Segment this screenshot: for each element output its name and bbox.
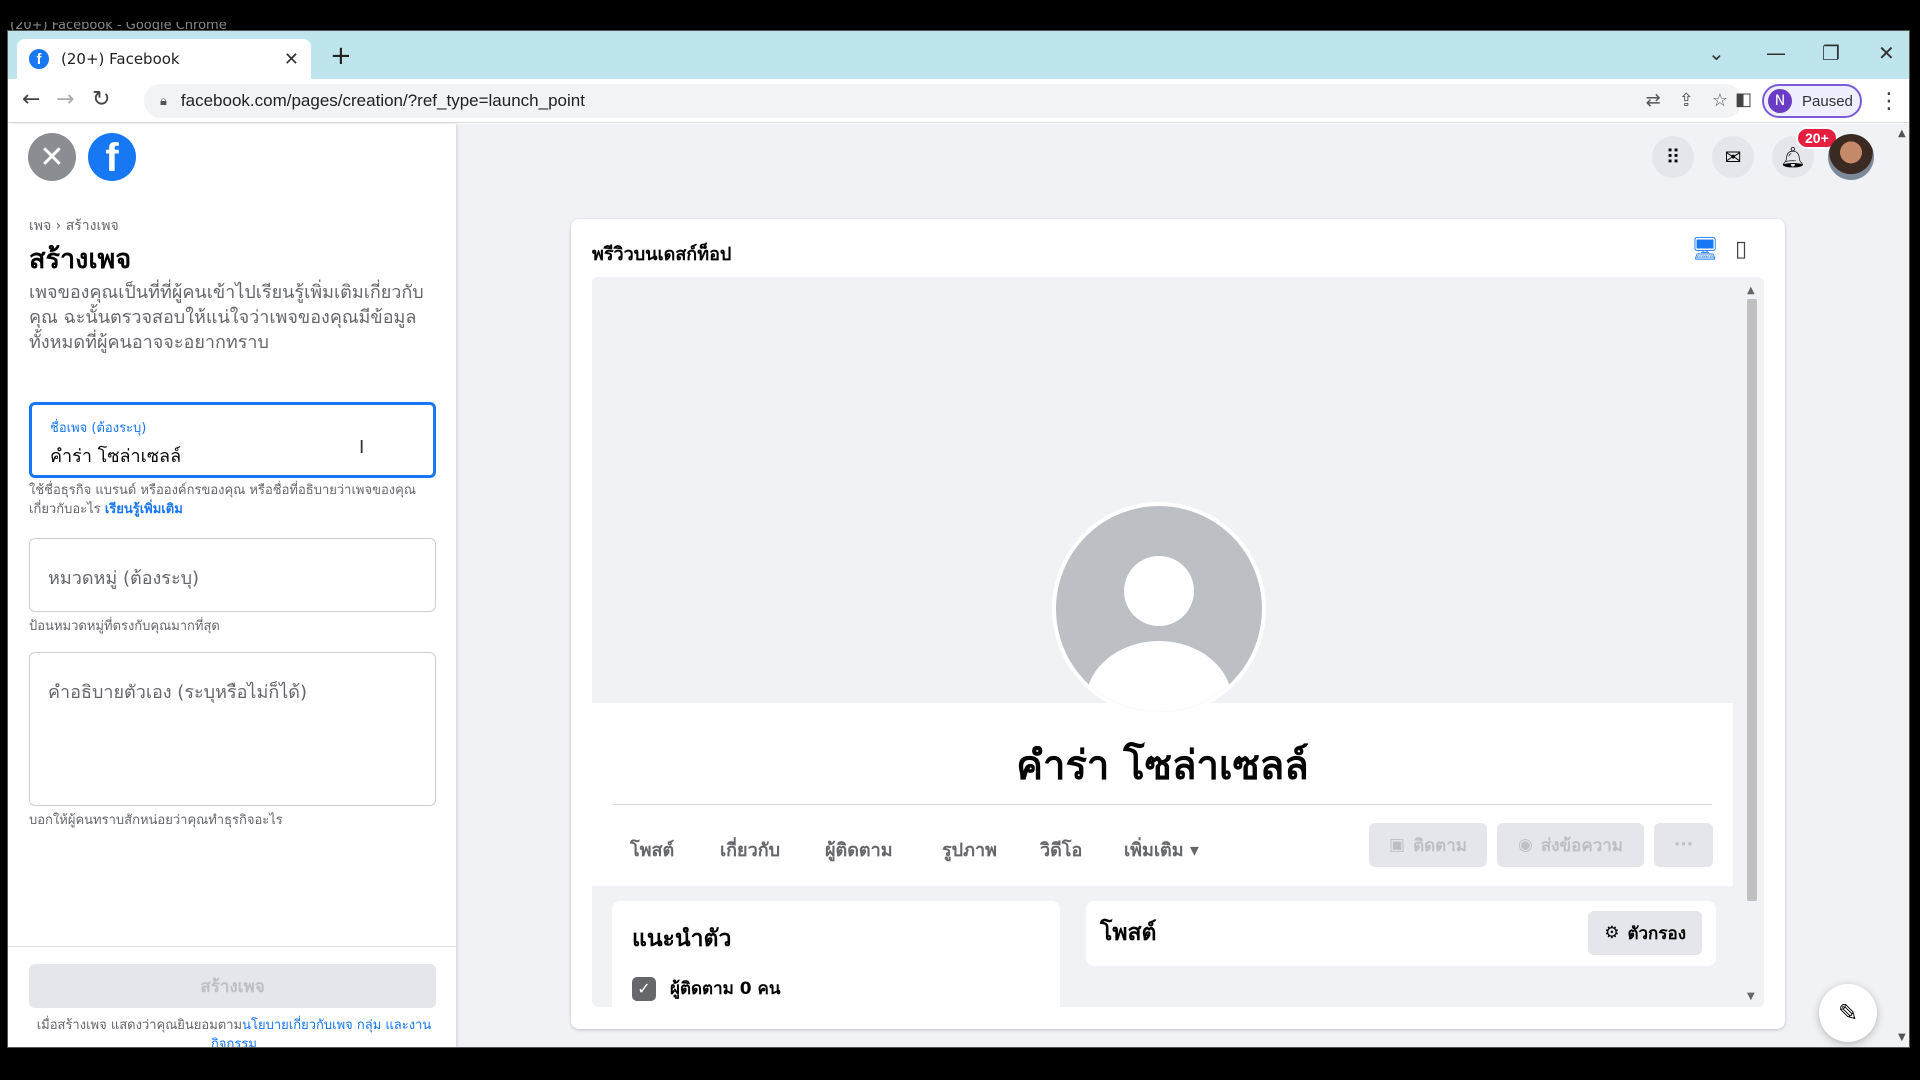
preview-frame: คำร่า โซล่าเซลล์ โพสต์ เกี่ยวกับ ผู้ติดต…	[592, 277, 1764, 1007]
terms-link[interactable]: นโยบายเกี่ยวกับเพจ กลุ่ม และงานกิจกรรม	[211, 1018, 431, 1047]
create-page-button[interactable]: สร้างเพจ	[29, 964, 436, 1008]
page-scrollbar[interactable]: ▲ ▼	[1897, 124, 1909, 1047]
category-help: ป้อนหมวดหมู่ที่ตรงกับคุณมากที่สุด	[29, 619, 220, 634]
messenger-icon: ◉	[1517, 835, 1533, 855]
tab-posts: โพสต์	[630, 840, 675, 861]
apps-grid-icon[interactable]: ⠿	[1652, 136, 1694, 178]
desktop-icon[interactable]: 🖥︎	[1691, 237, 1719, 262]
breadcrumb: เพจ › สร้างเพจ	[29, 218, 119, 234]
tab-videos: วิดีโอ	[1040, 840, 1083, 861]
profile-button[interactable]: N Paused	[1762, 84, 1862, 118]
message-label: ส่งข้อความ	[1540, 835, 1624, 856]
message-button: ◉ ส่งข้อความ	[1497, 823, 1644, 867]
bookmark-star-icon[interactable]: ☆	[1712, 90, 1728, 111]
intro-card: แนะนำตัว ✓ ผู้ติดตาม 0 คน	[612, 901, 1060, 1007]
divider	[612, 804, 1712, 805]
followers-row: ✓ ผู้ติดตาม 0 คน	[632, 975, 781, 1002]
account-avatar[interactable]	[1828, 134, 1874, 180]
facebook-logo-icon[interactable]: f	[88, 133, 136, 181]
browser-toolbar: ← → ↻ 🔒︎ facebook.com/pages/creation/?re…	[8, 79, 1909, 123]
address-bar[interactable]: 🔒︎ facebook.com/pages/creation/?ref_type…	[144, 84, 1742, 118]
restore-icon[interactable]: ❐	[1822, 41, 1840, 65]
posts-title: โพสต์	[1100, 920, 1157, 946]
os-window-title: (20+) Facebook - Google Chrome	[10, 22, 227, 30]
scroll-down-icon[interactable]: ▼	[1747, 991, 1755, 1002]
page-name-field[interactable]: ชื่อเพจ (ต้องระบุ) คำร่า โซล่าเซลล์ I	[29, 402, 436, 478]
posts-card: โพสต์ ⚙ ตัวกรอง	[1086, 901, 1716, 966]
minimize-icon[interactable]: —	[1766, 41, 1786, 65]
bio-help: บอกให้ผู้คนทราบสักหน่อยว่าคุณทำธุรกิจอะไ…	[29, 813, 283, 828]
forward-icon[interactable]: →	[56, 88, 74, 112]
preview-card: พรีวิวบนเดสก์ท็อป 🖥︎ ▯ คำร่า โซล่าเซลล์ …	[571, 219, 1785, 1029]
close-icon[interactable]: ✕	[28, 133, 76, 181]
follow-label: ติดตาม	[1413, 835, 1467, 856]
new-tab-button[interactable]: +	[330, 43, 352, 69]
page-name-label: ชื่อเพจ (ต้องระบุ)	[50, 421, 147, 436]
window-close-icon[interactable]: ✕	[1878, 41, 1895, 65]
tab-followers: ผู้ติดตาม	[825, 840, 893, 861]
browser-window: f (20+) Facebook ✕ + ⌄ — ❐ ✕ ← → ↻ 🔒︎ fa…	[7, 30, 1910, 1048]
profile-avatar: N	[1768, 89, 1792, 113]
page-name-input[interactable]: คำร่า โซล่าเซลล์	[50, 441, 181, 470]
filter-label: ตัวกรอง	[1627, 923, 1686, 944]
follow-button: ▣ ติดตาม	[1369, 823, 1487, 867]
back-icon[interactable]: ←	[22, 88, 40, 112]
bio-field[interactable]: คำอธิบายตัวเอง (ระบุหรือไม่ก็ได้)	[29, 652, 436, 806]
create-page-panel: ✕ f เพจ › สร้างเพจ สร้างเพจ เพจของคุณเป็…	[8, 124, 456, 1047]
tab-about: เกี่ยวกับ	[720, 840, 781, 861]
page-title: สร้างเพจ	[29, 244, 132, 275]
page-name-help: ใช้ชื่อธุรกิจ แบรนด์ หรือองค์กรของคุณ หร…	[29, 481, 439, 519]
panel-footer: สร้างเพจ เมื่อสร้างเพจ แสดงว่าคุณยินยอมต…	[8, 946, 456, 1047]
check-icon: ✓	[632, 976, 656, 1001]
page-scroll-up-icon[interactable]: ▲	[1898, 128, 1906, 139]
followers-text: ผู้ติดตาม 0 คน	[670, 979, 781, 999]
category-input[interactable]: หมวดหมู่ (ต้องระบุ)	[48, 563, 199, 592]
share-icon[interactable]: ⇪	[1679, 90, 1694, 111]
tab-photos: รูปภาพ	[942, 840, 997, 861]
text-cursor-icon: I	[359, 437, 365, 458]
browser-tab[interactable]: f (20+) Facebook ✕	[17, 39, 311, 79]
tab-close-icon[interactable]: ✕	[284, 49, 299, 70]
tab-search-icon[interactable]: ⌄	[1708, 41, 1725, 65]
translate-icon[interactable]: ⇄	[1646, 90, 1661, 111]
terms-text: เมื่อสร้างเพจ แสดงว่าคุณยินยอมตามนโยบายเ…	[29, 1016, 439, 1047]
page-scroll-down-icon[interactable]: ▼	[1898, 1032, 1906, 1043]
avatar-head-shape	[1124, 556, 1194, 626]
preview-scrollbar[interactable]: ▲ ▼	[1745, 285, 1759, 1007]
more-options-button: ···	[1654, 823, 1713, 867]
follow-icon: ▣	[1389, 835, 1406, 855]
bio-input[interactable]: คำอธิบายตัวเอง (ระบุหรือไม่ก็ได้)	[48, 677, 307, 706]
filter-button: ⚙ ตัวกรอง	[1588, 911, 1702, 955]
messenger-icon[interactable]: ✉	[1712, 136, 1754, 178]
panel-description: เพจของคุณเป็นที่ที่ผู้คนเข้าไปเรียนรู้เพ…	[29, 282, 424, 353]
edit-icon[interactable]: ✎	[1819, 984, 1877, 1042]
lock-icon[interactable]: 🔒︎	[160, 94, 167, 109]
terms-prefix: เมื่อสร้างเพจ แสดงว่าคุณยินยอมตาม	[36, 1018, 243, 1033]
screen: (20+) Facebook - Google Chrome f (20+) F…	[0, 0, 1920, 1080]
category-field[interactable]: หมวดหมู่ (ต้องระบุ)	[29, 538, 436, 612]
scroll-thumb[interactable]	[1747, 299, 1757, 901]
facebook-page: ✕ f เพจ › สร้างเพจ สร้างเพจ เพจของคุณเป็…	[8, 124, 1909, 1047]
profile-status: Paused	[1802, 92, 1853, 110]
avatar-body-shape	[1086, 641, 1232, 712]
preview-title: พรีวิวบนเดสก์ท็อป	[592, 244, 732, 265]
tab-more: เพิ่มเติม ▾	[1124, 840, 1199, 861]
filter-icon: ⚙	[1604, 923, 1620, 943]
facebook-favicon-icon: f	[29, 49, 49, 69]
browser-menu-icon[interactable]: ⋮	[1878, 89, 1900, 114]
mobile-icon[interactable]: ▯	[1735, 237, 1747, 262]
tab-strip: f (20+) Facebook ✕ + ⌄ — ❐ ✕	[8, 31, 1909, 79]
tab-title: (20+) Facebook	[61, 50, 180, 68]
reload-icon[interactable]: ↻	[92, 88, 110, 112]
preview-page-name: คำร่า โซล่าเซลล์	[1016, 743, 1309, 789]
profile-picture	[1052, 502, 1266, 716]
url-text[interactable]: facebook.com/pages/creation/?ref_type=la…	[181, 91, 585, 111]
intro-title: แนะนำตัว	[632, 926, 732, 952]
learn-more-link[interactable]: เรียนรู้เพิ่มเติม	[105, 502, 183, 517]
page-name-help-text: ใช้ชื่อธุรกิจ แบรนด์ หรือองค์กรของคุณ หร…	[29, 483, 416, 517]
side-panel-icon[interactable]: ◧	[1735, 88, 1752, 112]
scroll-up-icon[interactable]: ▲	[1747, 285, 1755, 296]
